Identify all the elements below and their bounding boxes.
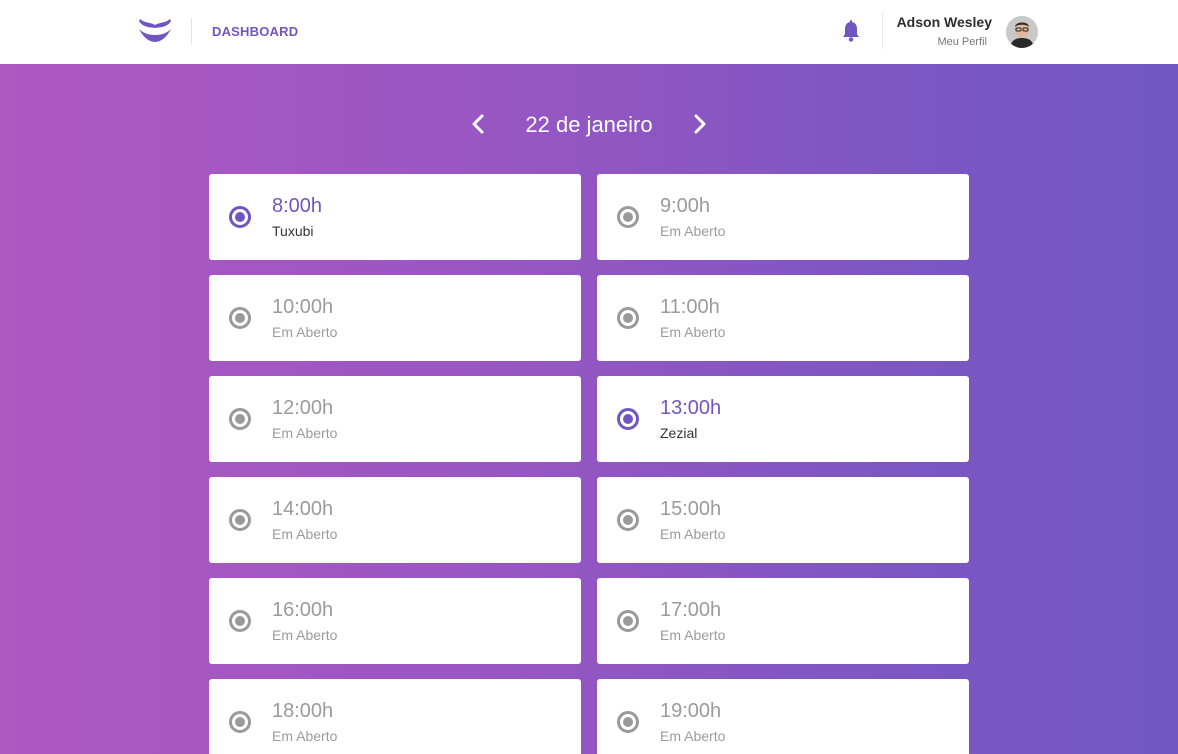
my-profile-link[interactable]: Meu Perfil: [937, 36, 987, 48]
slot-time: 10:00h: [272, 296, 334, 318]
slot-status: Em Aberto: [272, 526, 338, 542]
slot-status: Em Aberto: [272, 627, 338, 643]
chevron-right-icon[interactable]: [690, 112, 710, 136]
time-slot-card[interactable]: 15:00h Em Aberto: [597, 477, 969, 563]
date-navigation: 22 de janeiro: [0, 108, 1178, 142]
slot-status: Em Aberto: [660, 627, 726, 643]
radio-icon[interactable]: [617, 610, 639, 632]
time-slot-card[interactable]: 18:00h Em Aberto: [209, 679, 581, 754]
slot-status: Tuxubi: [272, 223, 314, 239]
user-divider: [882, 13, 883, 49]
radio-icon[interactable]: [229, 408, 251, 430]
radio-icon[interactable]: [617, 711, 639, 733]
radio-icon[interactable]: [617, 408, 639, 430]
time-slot-card[interactable]: 11:00h Em Aberto: [597, 275, 969, 361]
current-date-title: 22 de janeiro: [525, 112, 653, 137]
slot-time: 19:00h: [660, 700, 722, 722]
time-slot-card[interactable]: 17:00h Em Aberto: [597, 578, 969, 664]
time-slot-card[interactable]: 13:00h Zezial: [597, 376, 969, 462]
slot-status: Zezial: [660, 425, 698, 441]
top-bar: DASHBOARD Adson Wesley Meu Perfil: [0, 0, 1178, 64]
user-name: Adson Wesley: [896, 14, 992, 30]
slot-time: 8:00h: [272, 195, 323, 217]
slot-status: Em Aberto: [660, 223, 726, 239]
slot-time: 15:00h: [660, 498, 722, 520]
slot-time: 12:00h: [272, 397, 334, 419]
time-slot-card[interactable]: 9:00h Em Aberto: [597, 174, 969, 260]
time-slot-card[interactable]: 19:00h Em Aberto: [597, 679, 969, 754]
radio-icon[interactable]: [229, 307, 251, 329]
radio-icon[interactable]: [617, 307, 639, 329]
avatar-photo: [1006, 16, 1038, 48]
radio-icon[interactable]: [229, 610, 251, 632]
slot-status: Em Aberto: [272, 324, 338, 340]
radio-icon[interactable]: [617, 206, 639, 228]
slot-time: 17:00h: [660, 599, 722, 621]
slot-status: Em Aberto: [272, 728, 338, 744]
avatar[interactable]: [1006, 16, 1038, 48]
time-slot-card[interactable]: 12:00h Em Aberto: [209, 376, 581, 462]
slot-status: Em Aberto: [660, 728, 726, 744]
slot-time: 14:00h: [272, 498, 334, 520]
time-slot-card[interactable]: 16:00h Em Aberto: [209, 578, 581, 664]
time-slot-card[interactable]: 14:00h Em Aberto: [209, 477, 581, 563]
slot-time: 13:00h: [660, 397, 722, 419]
slot-status: Em Aberto: [272, 425, 338, 441]
mustache-logo-icon[interactable]: [138, 17, 172, 45]
slot-time: 9:00h: [660, 195, 711, 217]
radio-icon[interactable]: [229, 206, 251, 228]
radio-icon[interactable]: [229, 711, 251, 733]
radio-icon[interactable]: [229, 509, 251, 531]
slot-time: 18:00h: [272, 700, 334, 722]
slot-time: 16:00h: [272, 599, 334, 621]
slot-status: Em Aberto: [660, 526, 726, 542]
time-slot-grid: 8:00h Tuxubi 9:00h Em Aberto 10:00h Em A…: [209, 174, 969, 754]
bell-icon[interactable]: [841, 20, 861, 42]
radio-icon[interactable]: [617, 509, 639, 531]
time-slot-card[interactable]: 8:00h Tuxubi: [209, 174, 581, 260]
nav-dashboard-link[interactable]: DASHBOARD: [212, 24, 298, 39]
slot-time: 11:00h: [660, 296, 720, 318]
slot-status: Em Aberto: [660, 324, 726, 340]
time-slot-card[interactable]: 10:00h Em Aberto: [209, 275, 581, 361]
logo-divider: [191, 18, 192, 44]
